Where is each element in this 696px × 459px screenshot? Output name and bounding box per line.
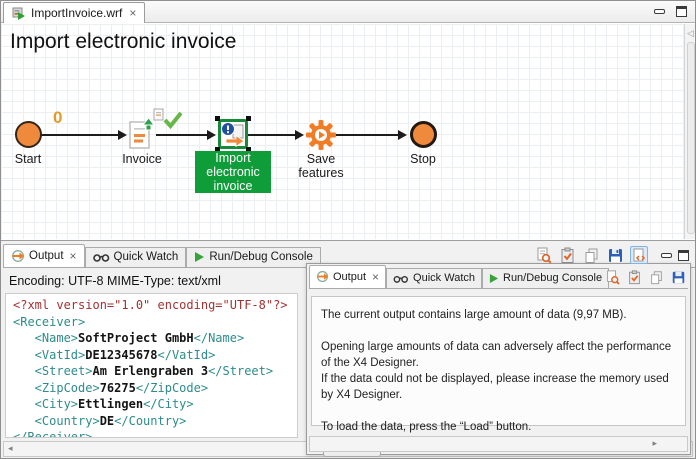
open-in-editor-icon[interactable] [534, 246, 552, 264]
open-in-editor-icon[interactable] [603, 268, 621, 286]
popup-hscrollbar[interactable]: ▸ [309, 436, 688, 452]
clipboard-icon[interactable] [625, 268, 643, 286]
scroll-right-icon[interactable]: ▸ [652, 438, 657, 449]
tab-importinvoice[interactable]: ImportInvoice.wrf × [3, 2, 145, 23]
output-popup: Output × Quick Watch Run/Debug Console [306, 263, 691, 455]
popup-tab-quick-watch[interactable]: Quick Watch [386, 268, 482, 288]
connector-invoice-import [156, 134, 208, 136]
connector-save-stop [335, 134, 399, 136]
message-line [321, 323, 676, 339]
popup-tab-quick-watch-label: Quick Watch [413, 272, 475, 284]
popup-tab-output-label: Output [333, 271, 366, 283]
scrollbar-thumb[interactable] [687, 42, 695, 234]
xml-line: </Receiver> [13, 429, 290, 438]
minimize-icon[interactable] [654, 9, 665, 14]
workflow-canvas[interactable]: Import electronic invoice 0 Start [1, 24, 696, 239]
connector-counter: 0 [53, 108, 62, 128]
xml-line: <VatId>DE12345678</VatId> [13, 347, 290, 364]
xml-line: <Street>Am Erlengraben 3</Street> [13, 363, 290, 380]
tab-quick-watch-label: Quick Watch [114, 251, 179, 263]
copy-icon[interactable] [582, 246, 600, 264]
bottom-toolbar [534, 246, 689, 264]
selection-handle[interactable] [246, 116, 251, 121]
popup-toolbar [603, 268, 687, 286]
glasses-icon [93, 252, 110, 262]
play-icon [194, 251, 205, 263]
editor-window-controls [654, 6, 687, 17]
save-icon[interactable] [669, 268, 687, 286]
popup-tab-run-debug-label: Run/Debug Console [503, 272, 602, 284]
xml-line: <Name>SoftProject GmbH</Name> [13, 330, 290, 347]
canvas-vscrollbar[interactable]: ◁ [684, 24, 696, 239]
tab-quick-watch[interactable]: Quick Watch [85, 247, 187, 267]
invoice-node-label: Invoice [112, 152, 172, 166]
workflow-file-icon [12, 6, 26, 20]
message-line [321, 403, 676, 419]
tab-output[interactable]: Output × [3, 244, 85, 267]
message-line: If the data could not be displayed, plea… [321, 371, 676, 403]
play-icon [489, 273, 499, 284]
success-check-icon [162, 110, 184, 130]
minimize-icon[interactable] [661, 253, 672, 258]
arrowhead-icon [295, 130, 304, 140]
popup-tab-run-debug[interactable]: Run/Debug Console [482, 268, 609, 288]
popup-message: The current output contains large amount… [321, 307, 676, 435]
xml-line: <City>Ettlingen</City> [13, 396, 290, 413]
tab-output-label: Output [29, 250, 64, 262]
maximize-icon[interactable] [678, 250, 689, 261]
selection-handle[interactable] [215, 116, 220, 121]
tab-run-debug-console[interactable]: Run/Debug Console [186, 247, 321, 267]
close-icon[interactable]: × [372, 271, 379, 283]
invoice-document-icon[interactable] [127, 117, 157, 151]
xml-line: <Country>DE</Country> [13, 413, 290, 430]
connector-start-invoice [41, 134, 119, 136]
save-icon[interactable] [606, 246, 624, 264]
workflow-title: Import electronic invoice [10, 30, 236, 54]
xml-line: <?xml version="1.0" encoding="UTF-8"?> [13, 297, 290, 314]
xml-code[interactable]: <?xml version="1.0" encoding="UTF-8"?><R… [5, 293, 298, 438]
popup-tab-output[interactable]: Output × [309, 265, 386, 288]
arrowhead-icon [207, 130, 216, 140]
start-node-label: Start [8, 152, 48, 166]
stop-node-label: Stop [403, 152, 443, 166]
arrowhead-icon [398, 130, 407, 140]
clipboard-icon[interactable] [558, 246, 576, 264]
copy-icon[interactable] [647, 268, 665, 286]
output-arrow-icon [11, 249, 25, 263]
import-node[interactable] [218, 119, 248, 149]
arrowhead-icon [118, 130, 127, 140]
message-line: The current output contains large amount… [321, 307, 676, 323]
glasses-icon [393, 274, 409, 283]
scroll-left-icon[interactable]: ◂ [8, 443, 13, 454]
connector-import-save [248, 134, 296, 136]
encoding-info: Encoding: UTF-8 MIME-Type: text/xml [9, 274, 221, 288]
message-line: Opening large amounts of data can advers… [321, 339, 676, 371]
editor-tab-label: ImportInvoice.wrf [31, 6, 122, 20]
bottom-panel: Output × Quick Watch Run/Debug Console [1, 240, 696, 459]
import-service-icon [218, 119, 248, 149]
xml-line: <Receiver> [13, 314, 290, 331]
x4-designer-window: ImportInvoice.wrf × Import electronic in… [0, 0, 696, 459]
tab-run-debug-label: Run/Debug Console [209, 251, 313, 263]
stop-node[interactable] [410, 121, 437, 148]
scroll-up-icon[interactable]: ◁ [687, 28, 694, 39]
close-icon[interactable]: × [129, 7, 136, 19]
save-features-gear-icon[interactable] [305, 119, 337, 151]
close-icon[interactable]: × [70, 250, 77, 262]
save-node-label: Save features [286, 152, 356, 180]
popup-message-box: The current output contains large amount… [311, 296, 686, 426]
message-line: To load the data, press the “Load” butto… [321, 419, 676, 435]
maximize-icon[interactable] [676, 6, 687, 17]
editor-tabbar: ImportInvoice.wrf × [1, 1, 695, 23]
import-node-label: Import electronic invoice [195, 151, 271, 193]
output-arrow-icon [316, 270, 329, 283]
view-source-icon[interactable] [630, 246, 648, 264]
start-node[interactable] [15, 121, 42, 148]
xml-line: <ZipCode>76275</ZipCode> [13, 380, 290, 397]
